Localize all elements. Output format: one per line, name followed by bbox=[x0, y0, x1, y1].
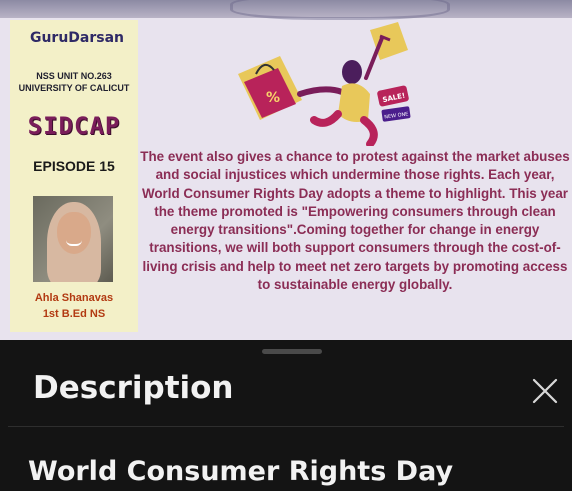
presenter-name: Ahla Shanavas bbox=[34, 292, 114, 304]
poster-body-text: The event also gives a chance to protest… bbox=[140, 149, 570, 293]
presenter-caption: Ahla Shanavas 1st B.Ed NS bbox=[10, 290, 138, 322]
figure-arm bbox=[297, 86, 345, 97]
description-heading: World Consumer Rights Day bbox=[28, 456, 454, 487]
brand-logo: GuruDarsan bbox=[29, 30, 125, 46]
figure-head bbox=[342, 60, 362, 84]
series-title: SIDCAP bbox=[27, 112, 121, 140]
drag-handle[interactable] bbox=[262, 349, 322, 354]
post-image: GuruDarsan NSS UNIT NO.263 UNIVERSITY OF… bbox=[0, 0, 572, 340]
close-icon bbox=[532, 378, 558, 404]
description-sheet: Description World Consumer Rights Day bbox=[0, 340, 572, 491]
bag-symbol: % bbox=[266, 90, 280, 106]
presenter-role: 1st B.Ed NS bbox=[42, 308, 106, 320]
figure-leg bbox=[310, 110, 342, 127]
poster-left-panel bbox=[10, 20, 138, 332]
nss-unit: NSS UNIT NO.263 UNIVERSITY OF CALICUT bbox=[10, 70, 138, 94]
sheet-title: Description bbox=[33, 370, 234, 406]
sheet-divider bbox=[8, 426, 564, 427]
shopping-illustration: % SALE! NEW ONE bbox=[238, 22, 411, 146]
close-button[interactable] bbox=[528, 374, 562, 408]
photo-face bbox=[57, 212, 91, 254]
nss-unit-line: NSS UNIT NO.263 bbox=[36, 71, 112, 81]
episode-label: EPISODE 15 bbox=[33, 158, 115, 174]
university-line: UNIVERSITY OF CALICUT bbox=[18, 83, 130, 93]
presenter-photo bbox=[33, 196, 113, 282]
figure-leg-2 bbox=[360, 116, 378, 146]
